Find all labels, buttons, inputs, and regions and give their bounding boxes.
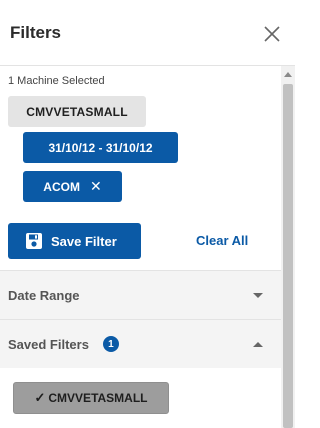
saved-filters-count-badge: 1 — [102, 336, 119, 352]
acom-chip-label: ACOM — [43, 179, 80, 194]
machine-count-label: 1 Machine Selected — [8, 75, 105, 87]
scroll-up-arrow-icon[interactable] — [284, 72, 292, 77]
save-filter-label: Save Filter — [51, 233, 117, 249]
clear-all-link[interactable]: Clear All — [196, 233, 248, 248]
checkmark-icon: ✓ — [34, 390, 46, 405]
filters-header: Filters — [0, 0, 295, 66]
saved-filters-label: Saved Filters — [8, 336, 89, 352]
date-range-chip[interactable]: 31/10/12 - 31/10/12 — [23, 132, 178, 163]
save-filter-button[interactable]: Save Filter — [8, 223, 141, 259]
acom-chip[interactable]: ACOM ✕ — [23, 171, 122, 202]
chevron-down-icon — [253, 293, 263, 298]
saved-filter-chip[interactable]: ✓ CMVVETASMALL — [13, 382, 169, 414]
date-range-label: Date Range — [8, 287, 80, 303]
machine-chip[interactable]: CMVVETASMALL — [8, 96, 146, 127]
date-range-section[interactable]: Date Range — [0, 270, 281, 319]
saved-filters-section[interactable]: Saved Filters 1 — [0, 319, 281, 368]
filters-panel: 1 Machine Selected CMVVETASMALL 31/10/12… — [0, 66, 281, 428]
page-title: Filters — [10, 23, 62, 42]
scrollbar[interactable] — [281, 66, 295, 428]
saved-filter-label: CMVVETASMALL — [48, 391, 148, 405]
chevron-up-icon — [253, 342, 263, 347]
scrollbar-thumb[interactable] — [283, 84, 293, 428]
save-icon — [26, 233, 42, 249]
close-icon[interactable] — [262, 24, 282, 44]
remove-icon[interactable]: ✕ — [90, 178, 102, 195]
